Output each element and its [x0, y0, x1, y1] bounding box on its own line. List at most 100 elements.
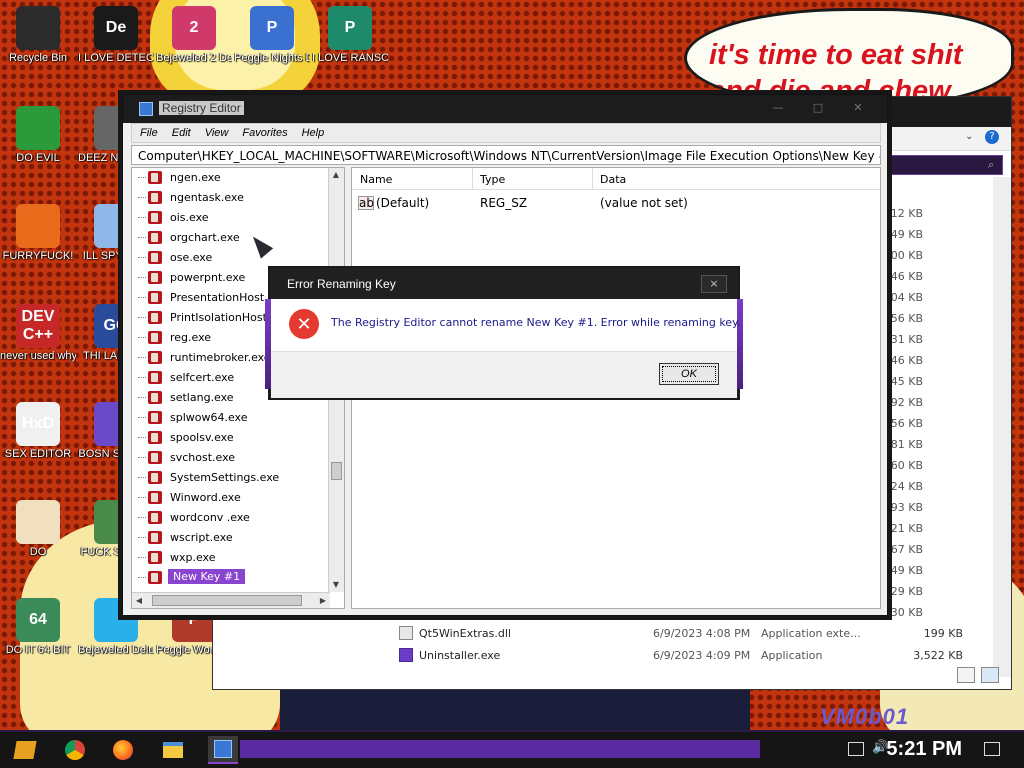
menu-view[interactable]: View: [197, 124, 235, 139]
registry-key-folder-icon: [148, 271, 162, 284]
regedit-title-bar[interactable]: Registry Editor — □ ✕: [123, 95, 887, 123]
tree-hscroll-thumb[interactable]: [152, 595, 302, 606]
scroll-up-icon[interactable]: ▲: [329, 168, 343, 182]
file-name: Qt5WinExtras.dll: [419, 627, 511, 640]
tree-item-label: ngentask.exe: [170, 191, 244, 204]
chrome-icon[interactable]: [60, 736, 90, 764]
tree-item-label: spoolsv.exe: [170, 431, 234, 444]
file-size: 199 KB: [923, 627, 963, 640]
desktop-icon[interactable]: DO EVIL: [0, 106, 76, 165]
tree-item-label: selfcert.exe: [170, 371, 235, 384]
desktop-icon[interactable]: P Peggle Nights Deluxe: [234, 6, 310, 65]
dialog-footer: OK: [271, 351, 737, 398]
registry-key-folder-icon: [148, 231, 162, 244]
menu-file[interactable]: File: [132, 124, 164, 139]
desktop-icon-label: FURRYFUCK!: [2, 250, 74, 262]
desktop-icon[interactable]: FURRYFUCK!: [0, 204, 76, 263]
file-type: Application: [761, 649, 823, 662]
registry-key-folder-icon: [148, 191, 162, 204]
start-button-icon[interactable]: [10, 736, 40, 764]
regedit-menu-bar: File Edit View Favorites Help: [131, 123, 881, 143]
registry-editor-icon[interactable]: [208, 736, 238, 764]
ok-button[interactable]: OK: [659, 363, 719, 385]
menu-help[interactable]: Help: [294, 124, 331, 139]
detect-it-easy-icon: De: [94, 6, 138, 50]
chevron-down-icon[interactable]: ⌄: [965, 131, 973, 142]
desktop-icon[interactable]: De I LOVE DETECTING...: [78, 6, 154, 65]
desktop-icon[interactable]: HxD SEX EDITOR: [0, 402, 76, 461]
dialog-title-bar[interactable]: Error Renaming Key ×: [271, 269, 737, 299]
dialog-glow-right: [737, 299, 743, 389]
tree-item-label: New Key #1: [168, 569, 246, 584]
value-type: REG_SZ: [480, 196, 528, 210]
desktop-icon[interactable]: DEV C++ never used why is it ...: [0, 304, 76, 363]
desktop-icon[interactable]: P I LOVE RANSOMWARE: [312, 6, 388, 65]
menu-edit[interactable]: Edit: [164, 124, 197, 139]
network-icon[interactable]: [848, 742, 864, 756]
publisher-icon: P: [328, 6, 372, 50]
dll-file-icon: [399, 626, 413, 640]
notification-icon[interactable]: [984, 742, 1000, 756]
value-list-header: Name Type Data: [352, 168, 880, 190]
desktop-icon-label: DO EVIL: [16, 152, 60, 164]
registry-key-folder-icon: [148, 371, 162, 384]
tree-item-label: runtimebroker.exe: [170, 351, 271, 364]
chrome-icon: [16, 106, 60, 150]
desktop-icon-label: DO IT 64 BIT: [5, 644, 71, 656]
registry-editor-icon: [139, 102, 153, 116]
dialog-message: The Registry Editor cannot rename New Ke…: [331, 316, 741, 329]
regedit-title: Registry Editor: [159, 101, 244, 115]
file-size: 3,522 KB: [913, 649, 963, 662]
desktop-icon-label: I LOVE DETECTING...: [78, 52, 154, 64]
taskbar-decoration: [240, 740, 760, 758]
tree-item-label: SystemSettings.exe: [170, 471, 280, 484]
tree-item-label: wscript.exe: [170, 531, 233, 544]
column-data[interactable]: Data: [600, 173, 626, 186]
explorer-search-box[interactable]: ⌕: [883, 155, 1003, 175]
tree-item-label: wordconv .exe: [170, 511, 250, 524]
file-explorer-icon[interactable]: [158, 736, 188, 764]
scroll-right-icon[interactable]: ▶: [316, 594, 330, 608]
desktop-icon[interactable]: DO: [0, 500, 76, 559]
registry-key-folder-icon: [148, 291, 162, 304]
tree-item-label: splwow64.exe: [170, 411, 248, 424]
tree-item-label: reg.exe: [170, 331, 212, 344]
registry-key-folder-icon: [148, 491, 162, 504]
desktop-icon[interactable]: 2 Bejeweled 2 Deluxe: [156, 6, 232, 65]
registry-key-folder-icon: [148, 331, 162, 344]
firefox-icon[interactable]: [108, 736, 138, 764]
desktop-icon[interactable]: 64 DO IT 64 BIT: [0, 598, 76, 657]
error-renaming-key-dialog[interactable]: Error Renaming Key × ✕ The Registry Edit…: [265, 268, 743, 398]
firefox-icon: [16, 204, 60, 248]
column-name[interactable]: Name: [360, 173, 392, 186]
recycle-bin-icon: [16, 6, 60, 50]
column-type[interactable]: Type: [480, 173, 505, 186]
close-button[interactable]: ✕: [843, 101, 873, 114]
error-icon: ✕: [289, 309, 319, 339]
scroll-left-icon[interactable]: ◀: [132, 594, 146, 608]
tree-item-label: orgchart.exe: [170, 231, 240, 244]
portrait-icon: [16, 500, 60, 544]
maximize-button[interactable]: □: [803, 101, 833, 114]
file-date: 6/9/2023 4:09 PM: [653, 649, 751, 662]
taskbar-clock[interactable]: 5:21 PM: [886, 738, 962, 761]
scroll-down-icon[interactable]: ▼: [329, 578, 343, 592]
help-icon[interactable]: ?: [985, 130, 999, 144]
large-icons-view-icon[interactable]: [981, 667, 999, 683]
tree-horizontal-scrollbar[interactable]: ◀ ▶: [132, 592, 330, 608]
registry-key-folder-icon: [148, 171, 162, 184]
registry-key-folder-icon: [148, 551, 162, 564]
explorer-scrollbar[interactable]: [993, 177, 1011, 677]
menu-favorites[interactable]: Favorites: [234, 124, 293, 139]
search-icon[interactable]: ⌕: [988, 158, 994, 172]
minimize-button[interactable]: —: [763, 101, 793, 114]
regedit-address-bar[interactable]: Computer\HKEY_LOCAL_MACHINE\SOFTWARE\Mic…: [131, 145, 881, 165]
tree-scroll-thumb[interactable]: [331, 462, 342, 480]
file-name: Uninstaller.exe: [419, 649, 501, 662]
tree-item-label: ngen.exe: [170, 171, 221, 184]
details-view-icon[interactable]: [957, 667, 975, 683]
tree-item-label: svchost.exe: [170, 451, 236, 464]
dialog-close-button[interactable]: ×: [701, 275, 727, 293]
registry-key-folder-icon: [148, 511, 162, 524]
desktop-icon[interactable]: Recycle Bin: [0, 6, 76, 65]
